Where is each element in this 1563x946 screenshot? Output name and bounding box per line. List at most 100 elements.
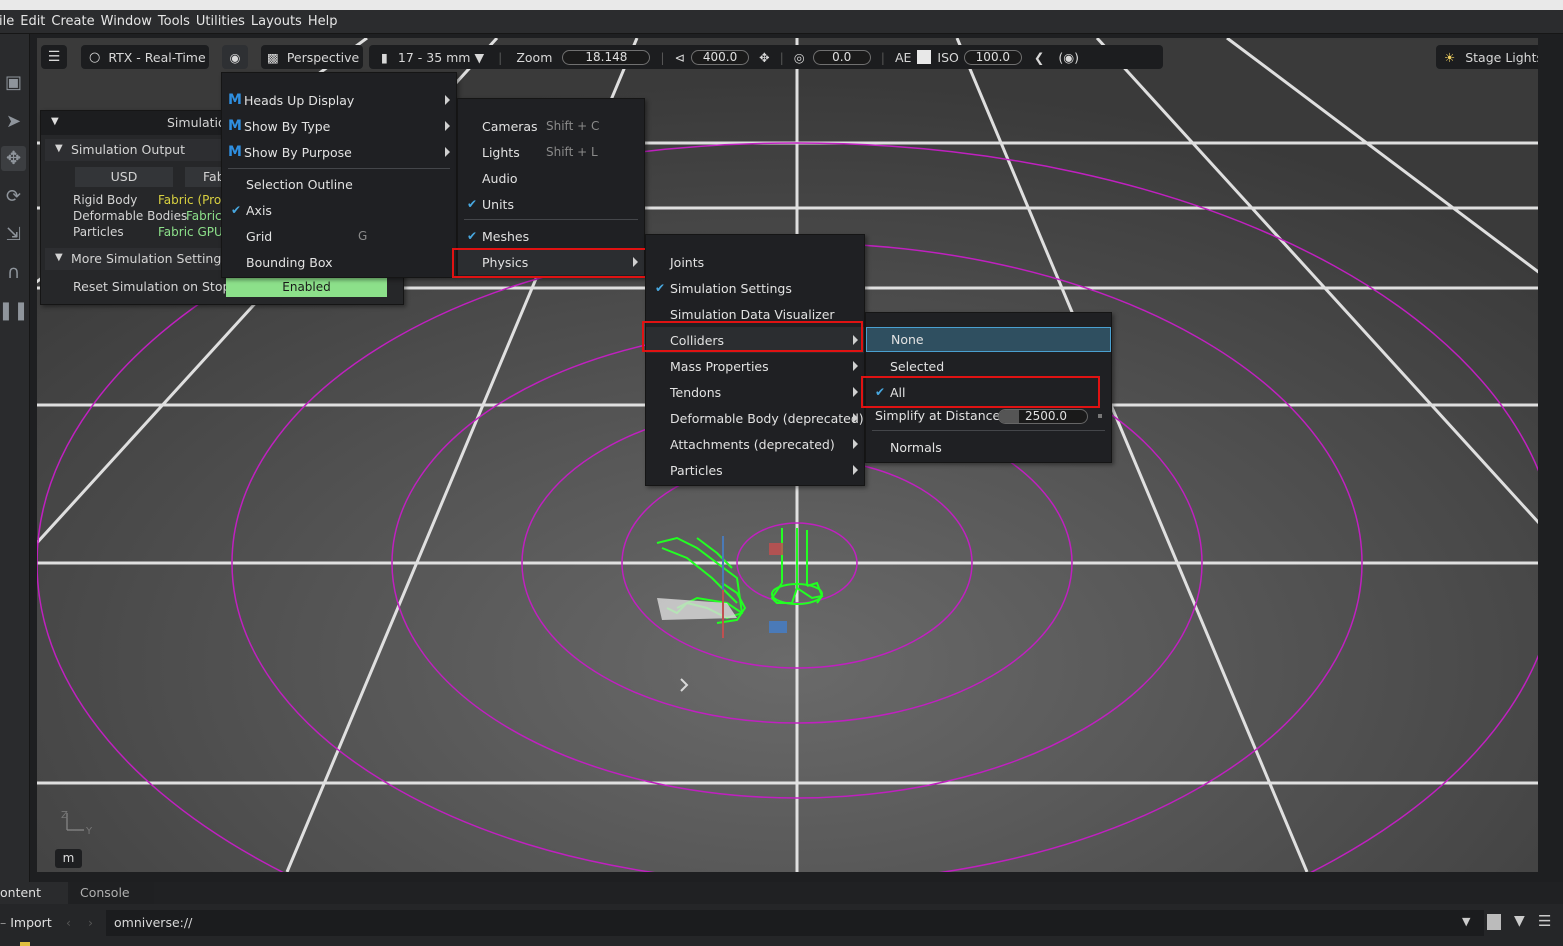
menu-item-heads-up-display[interactable]: M Heads Up Display <box>222 87 456 113</box>
zoom-field[interactable]: 18.148 <box>562 49 651 65</box>
menu-item-none[interactable]: None <box>866 327 1111 352</box>
lens-dropdown[interactable]: 17 - 35 mm <box>398 50 471 65</box>
menu-tools[interactable]: Tools <box>155 14 193 29</box>
menu-item-label: Show By Purpose <box>244 144 352 160</box>
menu-item-label: Cameras <box>482 118 538 134</box>
path-input[interactable]: omniverse:// <box>106 910 1484 936</box>
eye-icon: ◉ <box>229 49 241 65</box>
simplify-distance-value: 2500.0 <box>1025 409 1067 423</box>
menu-item-meshes[interactable]: ✔ Meshes <box>458 223 644 249</box>
menu-item-label: Tendons <box>670 384 722 400</box>
fov-icon: ⊲ <box>674 49 686 65</box>
menu-item-normals[interactable]: Normals <box>866 434 1111 460</box>
renderer-label: RTX - Real-Time <box>108 49 206 65</box>
submenu-arrow-icon <box>853 361 858 371</box>
tab-console[interactable]: Console <box>70 882 154 904</box>
camera-dropdown[interactable]: ▩ Perspective <box>261 45 363 69</box>
simulation-output-label: Simulation Output <box>71 142 185 157</box>
ae-checkbox[interactable] <box>917 50 932 64</box>
cube-select-icon[interactable]: ▣ <box>1 70 26 95</box>
menu-item-simulation-settings[interactable]: ✔ Simulation Settings <box>646 275 864 301</box>
slider-fill <box>999 410 1019 423</box>
colliders-highlight-box <box>642 321 863 352</box>
zoom-label: Zoom <box>516 49 553 65</box>
renderer-dropdown[interactable]: ○ RTX - Real-Time <box>81 45 209 69</box>
pause-icon[interactable]: ❚❚ <box>0 298 29 323</box>
main-menubar: ile Edit Create Window Tools Utilities L… <box>0 10 1563 34</box>
move-tool-icon[interactable]: ✥ <box>1 146 26 171</box>
menu-separator <box>228 168 450 169</box>
menu-item-grid[interactable]: Grid G <box>222 223 456 249</box>
rigid-body-value: Fabric (Prop <box>158 193 229 207</box>
simplify-distance-slider[interactable]: 2500.0 <box>998 409 1088 424</box>
menu-item-deformable-body[interactable]: Deformable Body (deprecated) <box>646 405 864 431</box>
menu-item-bounding-box[interactable]: Bounding Box <box>222 249 456 275</box>
panel-collapse-icon[interactable]: ▼ <box>51 116 59 127</box>
menu-item-tendons[interactable]: Tendons <box>646 379 864 405</box>
menu-item-label: Axis <box>246 202 272 218</box>
menu-item-label: Heads Up Display <box>244 92 355 108</box>
camera-icon: ▩ <box>267 49 279 65</box>
window-title-strip <box>0 0 1563 10</box>
menu-item-lights[interactable]: Lights Shift + L <box>458 139 644 165</box>
import-button[interactable]: – Import <box>0 912 56 934</box>
visibility-eye-button[interactable]: ◉ <box>222 45 248 69</box>
omniverse-m-icon: M <box>228 92 242 108</box>
bulb-icon: ○ <box>89 49 101 65</box>
menu-separator <box>464 219 638 220</box>
menu-layouts[interactable]: Layouts <box>248 14 305 29</box>
filter-icon[interactable]: ▼ <box>1514 913 1525 929</box>
fov-field[interactable]: 400.0 <box>691 49 750 65</box>
deformable-bodies-label: Deformable Bodies <box>73 209 188 223</box>
menu-utilities[interactable]: Utilities <box>193 14 248 29</box>
menu-item-label: Show By Type <box>244 118 331 134</box>
reset-simulation-label: Reset Simulation on Stop <box>73 279 231 294</box>
menu-item-units[interactable]: ✔ Units <box>458 191 644 217</box>
omniverse-m-icon: M <box>228 144 242 160</box>
tab-content[interactable]: ontent <box>0 882 68 904</box>
path-dropdown-icon[interactable]: ▼ <box>1462 915 1470 928</box>
check-icon: ✔ <box>467 197 478 211</box>
menu-file[interactable]: ile <box>0 14 17 29</box>
stage-lights-dropdown[interactable]: ☀ Stage Lights <box>1436 45 1538 69</box>
snap-magnet-icon[interactable]: ∩ <box>1 260 26 285</box>
menu-item-mass-properties[interactable]: Mass Properties <box>646 353 864 379</box>
focus-target-icon[interactable]: ✥ <box>759 50 769 65</box>
viewport-badge[interactable]: m <box>55 849 82 868</box>
menu-item-attachments[interactable]: Attachments (deprecated) <box>646 431 864 457</box>
options-menu-icon[interactable]: ☰ <box>1538 912 1551 930</box>
lens-dropdown-arrow-icon[interactable]: ▼ <box>475 50 485 65</box>
iso-field[interactable]: 100.0 <box>963 49 1022 65</box>
menu-item-axis[interactable]: ✔ Axis <box>222 197 456 223</box>
slider-reset-icon[interactable] <box>1098 414 1102 418</box>
submenu-arrow-icon <box>445 147 450 157</box>
menu-item-particles[interactable]: Particles <box>646 457 864 483</box>
menu-item-label: Mass Properties <box>670 358 769 374</box>
scale-tool-icon[interactable]: ⇲ <box>1 222 26 247</box>
usd-column-tab[interactable]: USD <box>75 167 173 187</box>
menu-item-joints[interactable]: Joints <box>646 249 864 275</box>
forward-arrow-icon[interactable]: › <box>88 912 98 934</box>
menu-item-cameras[interactable]: Cameras Shift + C <box>458 113 644 139</box>
select-arrow-icon[interactable]: ➤ <box>1 109 26 134</box>
submenu-arrow-icon <box>445 121 450 131</box>
reset-simulation-toggle[interactable]: Enabled <box>226 278 387 297</box>
menu-item-show-by-purpose[interactable]: M Show By Purpose <box>222 139 456 165</box>
bookmark-icon[interactable] <box>1487 914 1501 930</box>
fabric-column-tab[interactable]: Fab <box>185 167 225 187</box>
back-arrow-icon[interactable]: ‹ <box>66 912 76 934</box>
viewport-settings-button[interactable]: ☰ <box>41 45 67 69</box>
menu-edit[interactable]: Edit <box>17 14 48 29</box>
aperture-field[interactable]: 0.0 <box>812 49 871 65</box>
broadcast-icon[interactable]: (◉) <box>1058 50 1079 65</box>
axis-z-label: Z <box>61 810 68 821</box>
collapse-chevron-icon[interactable]: ❮ <box>1034 50 1044 65</box>
menu-item-audio[interactable]: Audio <box>458 165 644 191</box>
rotate-tool-icon[interactable]: ⟳ <box>1 184 26 209</box>
menu-item-selection-outline[interactable]: Selection Outline <box>222 171 456 197</box>
menu-create[interactable]: Create <box>48 14 97 29</box>
menu-help[interactable]: Help <box>305 14 341 29</box>
camera-label: Perspective <box>286 49 360 65</box>
menu-window[interactable]: Window <box>98 14 155 29</box>
menu-item-show-by-type[interactable]: M Show By Type <box>222 113 456 139</box>
